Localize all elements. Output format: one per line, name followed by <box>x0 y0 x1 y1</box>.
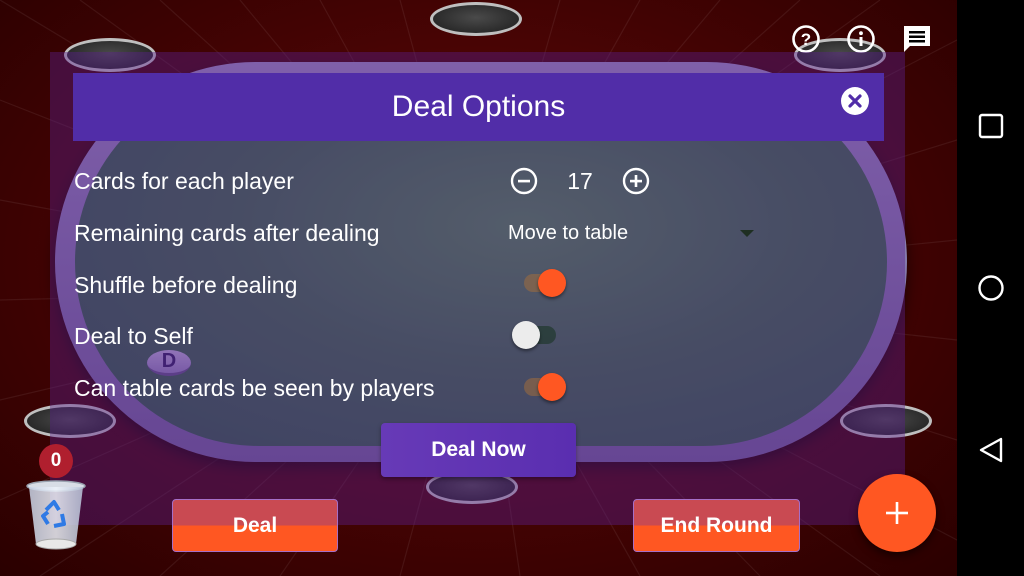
switch-thumb <box>538 373 566 401</box>
deal-to-self-switch[interactable] <box>512 316 562 352</box>
deal-to-self-label: Deal to Self <box>74 323 193 349</box>
seat-top <box>430 2 522 36</box>
dialog-header: Deal Options <box>73 73 884 141</box>
switch-thumb <box>512 321 540 349</box>
dialog-title: Deal Options <box>391 90 566 123</box>
increment-button[interactable] <box>622 167 650 195</box>
help-icon[interactable]: ? <box>791 24 821 54</box>
end-round-button[interactable]: End Round <box>633 499 800 552</box>
table-cards-visible-switch[interactable] <box>520 368 570 404</box>
remaining-cards-label: Remaining cards after dealing <box>74 220 380 246</box>
shuffle-label: Shuffle before dealing <box>74 272 298 298</box>
recycle-bin-icon <box>26 480 86 550</box>
discard-count-badge: 0 <box>39 444 73 478</box>
circle-icon <box>978 275 1004 301</box>
switch-thumb <box>538 269 566 297</box>
deal-button[interactable]: Deal <box>172 499 338 552</box>
shuffle-switch[interactable] <box>520 264 570 300</box>
svg-text:?: ? <box>801 30 811 49</box>
game-screen: D ? Deal Options Cards for each player R… <box>0 0 957 576</box>
remaining-cards-select[interactable]: Move to table <box>508 218 758 248</box>
plus-circle-icon <box>622 167 650 195</box>
system-navigation-bar <box>957 0 1024 576</box>
add-fab-button[interactable] <box>858 474 936 552</box>
deal-now-button[interactable]: Deal Now <box>381 423 576 477</box>
remaining-cards-selected: Move to table <box>508 222 629 244</box>
minus-circle-icon <box>510 167 538 195</box>
table-cards-visible-label: Can table cards be seen by players <box>74 375 435 401</box>
chat-icon[interactable] <box>902 24 932 54</box>
cards-per-player-label: Cards for each player <box>74 168 294 194</box>
recents-button[interactable] <box>977 112 1005 140</box>
square-icon <box>978 113 1004 139</box>
back-button[interactable] <box>977 436 1005 464</box>
close-button[interactable] <box>841 87 869 115</box>
discard-pile[interactable] <box>26 480 86 552</box>
info-icon[interactable] <box>846 24 876 54</box>
cards-per-player-value: 17 <box>567 168 593 194</box>
decrement-button[interactable] <box>510 167 538 195</box>
back-triangle-icon <box>979 437 1003 463</box>
plus-icon <box>886 502 908 524</box>
home-button[interactable] <box>977 274 1005 302</box>
dropdown-caret-icon <box>740 230 754 237</box>
close-icon <box>848 94 862 108</box>
